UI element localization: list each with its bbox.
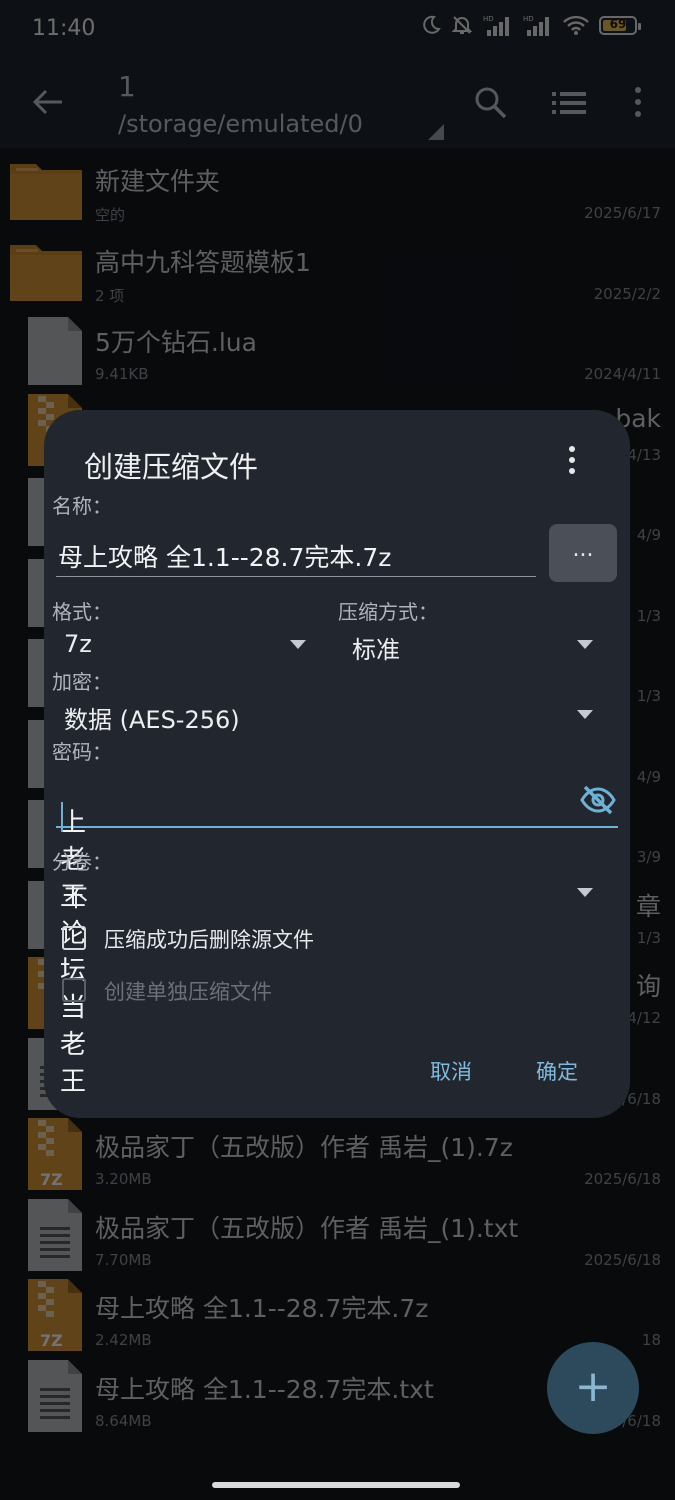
7z-icon: 7Z bbox=[18, 1279, 90, 1351]
split-label: 分卷： bbox=[52, 850, 112, 874]
file-name: 5万个钻石.lua bbox=[95, 328, 257, 357]
moon-icon bbox=[423, 15, 441, 34]
eye-off-icon[interactable] bbox=[580, 782, 616, 818]
status-bar: 11:40 HD HD 69 bbox=[0, 0, 675, 58]
file-date: 3/9 bbox=[636, 848, 661, 866]
file-date: 2025/6/17 bbox=[584, 204, 661, 222]
battery-level: 69 bbox=[609, 16, 627, 31]
file-date: 2025/2/2 bbox=[593, 284, 661, 303]
file-date: 2025/6/18 bbox=[584, 1170, 661, 1188]
back-arrow-icon[interactable] bbox=[30, 84, 66, 120]
file-date: 1/3 bbox=[636, 687, 661, 705]
format-select[interactable]: 7z bbox=[56, 626, 314, 666]
file-date: 4/9 bbox=[636, 767, 661, 786]
file-name: 新建文件夹 bbox=[95, 167, 221, 196]
file-row[interactable]: 7Z 极品家丁（五改版）作者 禹岩_(1).7z 3.20MB 2025/6/18 bbox=[0, 1114, 675, 1194]
file-name: 母上攻略 全1.1--28.7完本.txt bbox=[95, 1374, 434, 1404]
file-date: 2024/4/11 bbox=[584, 365, 661, 383]
txt-icon bbox=[18, 1198, 90, 1271]
status-icons: HD HD 69 bbox=[421, 14, 641, 36]
signal-icon-2: HD bbox=[523, 15, 549, 36]
search-icon[interactable] bbox=[472, 84, 508, 120]
method-label: 压缩方式： bbox=[338, 600, 438, 624]
file-date: 4/12 bbox=[627, 1009, 661, 1027]
svg-text:HD: HD bbox=[483, 15, 494, 23]
status-time: 11:40 bbox=[32, 16, 96, 41]
file-date: 1/3 bbox=[636, 928, 661, 947]
list-view-icon[interactable] bbox=[552, 88, 586, 118]
name-label: 名称： bbox=[52, 494, 112, 518]
cancel-button[interactable]: 取消 bbox=[430, 1056, 472, 1086]
method-select[interactable]: 标准 bbox=[344, 626, 602, 666]
file-date: 4/13 bbox=[627, 445, 661, 464]
split-value: 不 bbox=[64, 884, 88, 912]
file-row[interactable]: 5万个钻石.lua 9.41KB 2024/4/11 bbox=[0, 309, 675, 389]
folder-icon bbox=[10, 239, 82, 303]
password-input[interactable]: 上老王论坛当老王 bbox=[56, 774, 618, 1097]
7z-icon: 7Z bbox=[18, 1118, 90, 1190]
dialog-more-icon[interactable] bbox=[564, 444, 580, 476]
encrypt-label: 加密： bbox=[52, 670, 112, 694]
file-row[interactable]: 高中九科答题模板1 2 项 2025/2/2 bbox=[0, 229, 675, 309]
split-select[interactable]: 不 bbox=[56, 874, 602, 914]
method-value: 标准 bbox=[352, 636, 400, 664]
dialog-title: 创建压缩文件 bbox=[84, 450, 259, 484]
file-date: 4/9 bbox=[636, 526, 661, 544]
file-date: 1/3 bbox=[636, 606, 661, 625]
path-dropdown-icon[interactable] bbox=[428, 124, 444, 140]
file-row[interactable]: 新建文件夹空的 2025/6/17 bbox=[0, 148, 675, 228]
svg-text:7Z: 7Z bbox=[40, 1331, 63, 1350]
file-meta: 空的 bbox=[95, 206, 126, 224]
svg-text:7Z: 7Z bbox=[40, 1170, 63, 1189]
browse-button[interactable]: ... bbox=[549, 524, 617, 582]
method-dropdown-icon bbox=[577, 640, 593, 649]
txt-icon bbox=[18, 1359, 90, 1432]
file-meta: 8.64MB bbox=[95, 1411, 152, 1430]
file-icon bbox=[18, 313, 90, 389]
svg-text:HD: HD bbox=[523, 15, 534, 23]
file-meta: 2.42MB bbox=[95, 1331, 152, 1349]
password-label: 密码： bbox=[52, 740, 112, 764]
file-row[interactable]: 7Z 母上攻略 全1.1--28.7完本.7z 2.42MB 18 bbox=[0, 1275, 675, 1355]
separate-archive-label: 创建单独压缩文件 bbox=[104, 980, 272, 1004]
bell-off-icon bbox=[451, 16, 473, 34]
format-dropdown-icon bbox=[290, 640, 306, 649]
split-dropdown-icon bbox=[577, 888, 593, 897]
format-label: 格式： bbox=[52, 600, 112, 624]
file-name: 极品家丁（五改版）作者 禹岩_(1).7z bbox=[95, 1133, 513, 1162]
file-name: 高中九科答题模板1 bbox=[95, 247, 311, 277]
home-indicator[interactable] bbox=[212, 1482, 460, 1488]
encrypt-value: 数据 (AES-256) bbox=[64, 706, 240, 734]
file-name-partial: 询 bbox=[635, 972, 661, 1001]
signal-icon: HD bbox=[483, 15, 509, 36]
archive-name-input[interactable]: 母上攻略 全1.1--28.7完本.7z bbox=[56, 524, 536, 577]
add-fab-button[interactable]: + bbox=[547, 1342, 639, 1434]
file-name: 极品家丁（五改版）作者 禹岩_(1).txt bbox=[95, 1213, 519, 1243]
delete-source-checkbox[interactable] bbox=[62, 926, 86, 950]
format-value: 7z bbox=[64, 630, 92, 658]
file-date: 18 bbox=[641, 1331, 661, 1349]
file-name-partial: 章 bbox=[635, 891, 661, 921]
wifi-icon bbox=[563, 15, 589, 35]
battery-icon: 69 bbox=[599, 15, 641, 35]
create-archive-dialog: 创建压缩文件 名称： 母上攻略 全1.1--28.7完本.7z ... 格式： … bbox=[44, 410, 630, 1118]
file-name: 母上攻略 全1.1--28.7完本.7z bbox=[95, 1294, 429, 1323]
separate-archive-checkbox bbox=[62, 978, 86, 1002]
archive-name-value: 母上攻略 全1.1--28.7完本.7z bbox=[58, 543, 392, 572]
encrypt-select[interactable]: 数据 (AES-256) bbox=[56, 696, 602, 736]
app-bar: 1 /storage/emulated/0 bbox=[0, 58, 675, 148]
file-meta: 2 项 bbox=[95, 286, 125, 305]
file-date: 2025/6/18 bbox=[584, 1250, 661, 1269]
file-meta: 9.41KB bbox=[95, 365, 149, 383]
folder-title: 1 bbox=[118, 70, 136, 103]
folder-path[interactable]: /storage/emulated/0 bbox=[118, 110, 363, 138]
encrypt-dropdown-icon bbox=[577, 710, 593, 719]
ok-button[interactable]: 确定 bbox=[536, 1056, 578, 1086]
folder-icon bbox=[10, 158, 82, 222]
more-options-icon[interactable] bbox=[628, 84, 648, 120]
delete-source-label: 压缩成功后删除源文件 bbox=[104, 928, 314, 952]
file-meta: 3.20MB bbox=[95, 1170, 152, 1188]
file-meta: 7.70MB bbox=[95, 1250, 152, 1269]
file-row[interactable]: 极品家丁（五改版）作者 禹岩_(1).txt 7.70MB 2025/6/18 bbox=[0, 1195, 675, 1275]
